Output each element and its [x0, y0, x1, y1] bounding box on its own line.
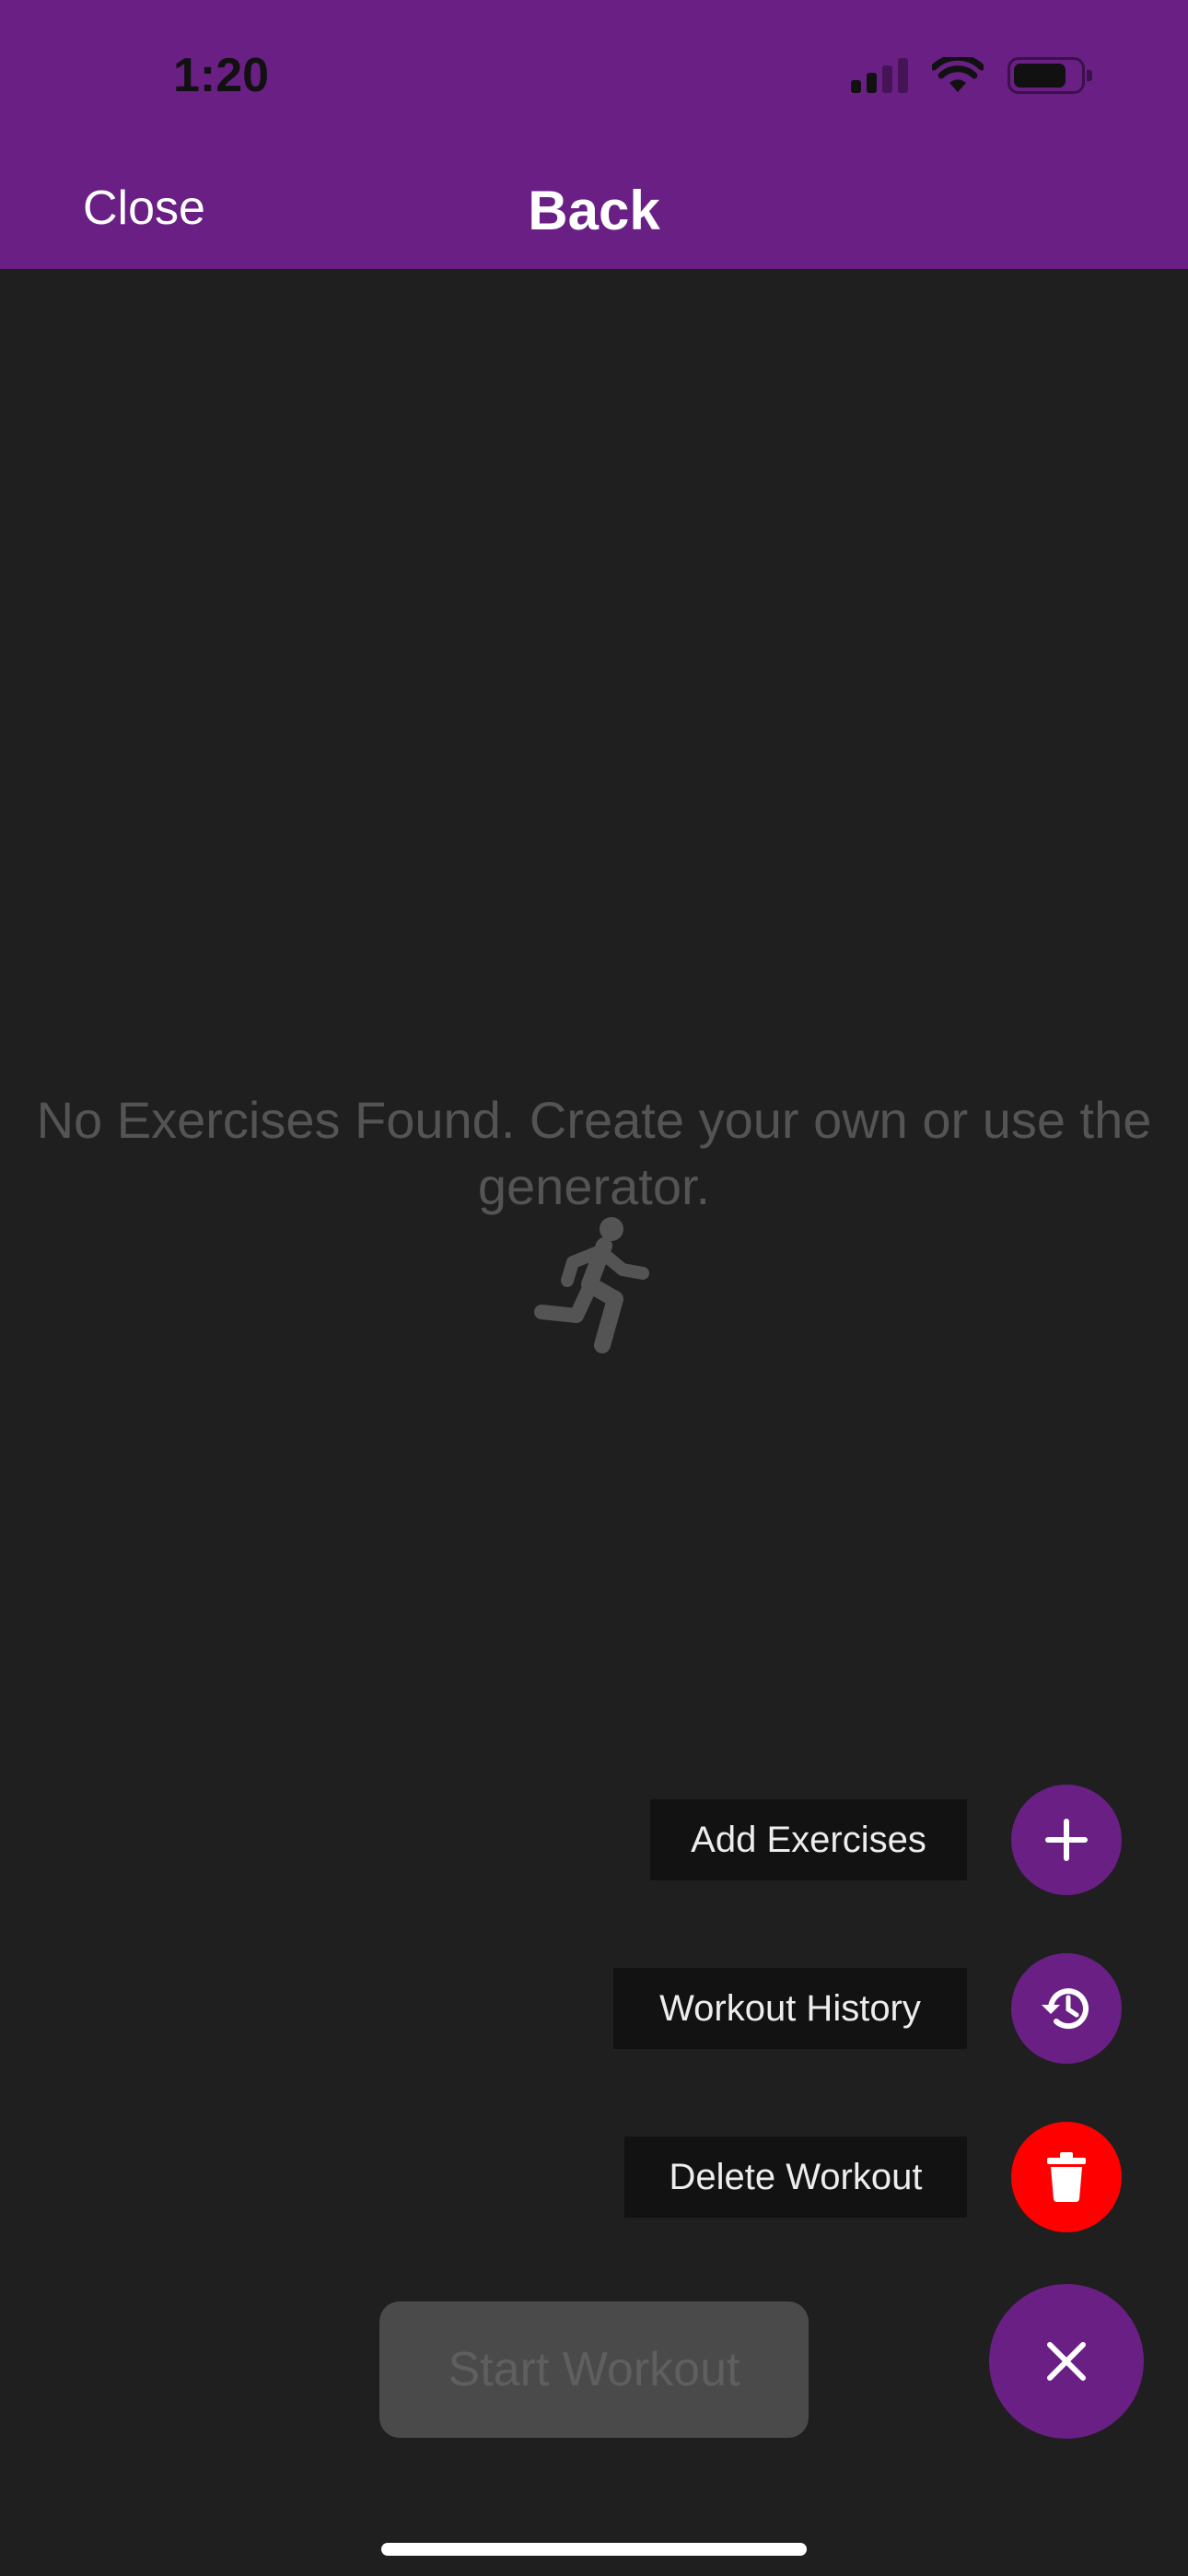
trash-icon	[1047, 2152, 1086, 2203]
page-title: Back	[528, 180, 660, 241]
wifi-icon	[932, 57, 984, 92]
cellular-signal-icon	[851, 58, 908, 93]
close-icon	[1047, 2342, 1086, 2381]
workout-history-label[interactable]: Workout History	[613, 1968, 967, 2049]
app-header: 1:20 Close Back	[0, 0, 1188, 269]
add-exercises-label[interactable]: Add Exercises	[650, 1799, 967, 1880]
delete-workout-label[interactable]: Delete Workout	[624, 2137, 967, 2218]
add-exercises-button[interactable]	[1011, 1785, 1122, 1895]
home-indicator[interactable]	[381, 2543, 807, 2556]
battery-icon	[1007, 57, 1092, 94]
delete-workout-button[interactable]	[1011, 2122, 1122, 2232]
status-icons	[851, 57, 1092, 94]
empty-state-message: No Exercises Found. Create your own or u…	[36, 1091, 1152, 1215]
history-icon	[1042, 1988, 1089, 2030]
workout-history-button[interactable]	[1011, 1953, 1122, 2064]
status-time: 1:20	[173, 49, 270, 102]
fab-close-button[interactable]	[989, 2284, 1144, 2439]
start-workout-button[interactable]: Start Workout	[379, 2301, 809, 2438]
running-person-icon	[534, 1217, 649, 1353]
plus-icon	[1045, 1819, 1088, 1861]
